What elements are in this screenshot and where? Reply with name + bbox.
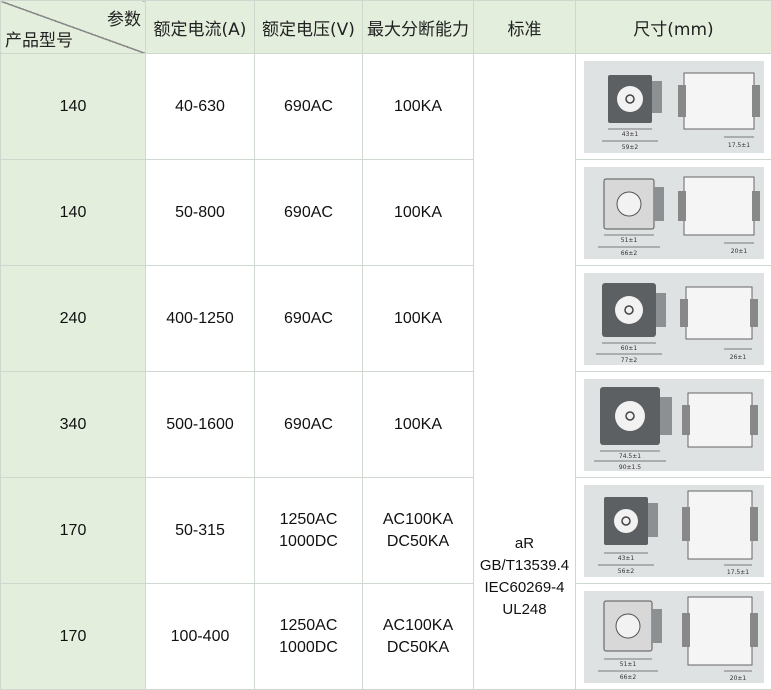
dimensions-header: 尺寸(mm) [575,0,771,54]
voltage-line: 1250AC [279,510,338,528]
table-row: 140 50-800 690AC 100KA 51±1 66±2 20±1 [0,159,771,266]
dimension-drawing-cell: 43±1 59±2 17.5±1 [575,53,771,160]
svg-text:26±1: 26±1 [729,354,746,361]
current-cell: 40-630 [145,53,255,160]
voltage-line: 690AC [284,203,333,221]
table-row: 340 500-1600 690AC 100KA 74.5±1 90±1.5 [0,371,771,478]
breaking-line: DC50KA [386,532,450,550]
table-row: 140 40-630 690AC 100KA aR GB/T13539.4 IE… [0,53,771,690]
standard-line: GB/T13539.4 [479,557,570,574]
svg-text:66±2: 66±2 [620,250,637,257]
svg-text:56±2: 56±2 [617,568,634,575]
dimension-drawing-cell: 51±1 66±2 20±1 [575,583,771,690]
breaking-cell: 100KA [362,53,474,160]
table-row: 170 50-315 1250AC 1000DC AC100KA DC50KA [0,477,771,584]
svg-text:66±2: 66±2 [619,674,636,681]
standard-line: aR [514,535,535,552]
fuse-dimension-drawing: 60±1 77±2 26±1 [583,272,764,365]
voltage-line: 690AC [284,415,333,433]
standard-header: 标准 [473,0,576,54]
model-cell: 170 [0,477,146,584]
model-label: 产品型号 [5,31,73,51]
standard-cell: aR GB/T13539.4 IEC60269-4 UL248 [473,53,576,690]
model-cell: 140 [0,53,146,160]
fuse-dimension-drawing: 43±1 56±2 17.5±1 [583,484,764,577]
fuse-dimension-drawing: 51±1 66±2 20±1 [583,166,764,259]
breaking-line: 100KA [393,97,443,115]
svg-text:51±1: 51±1 [620,237,637,244]
fuse-dimension-drawing: 51±1 66±2 20±1 [583,590,764,683]
breaking-line: 100KA [393,415,443,433]
model-cell: 140 [0,159,146,266]
fuse-spec-table: 参数 产品型号 额定电流(A) 额定电压(V) 最大分断能力 标准 尺寸(mm)… [0,0,771,690]
table-row: 170 100-400 1250AC 1000DC AC100KA DC50KA… [0,583,771,690]
svg-text:74.5±1: 74.5±1 [618,453,640,460]
voltage-line: 690AC [284,97,333,115]
dimension-drawing-cell: 60±1 77±2 26±1 [575,265,771,372]
voltage-cell: 690AC [254,159,363,266]
voltage-cell: 690AC [254,53,363,160]
current-cell: 100-400 [145,583,255,690]
dimension-drawing-cell: 51±1 66±2 20±1 [575,159,771,266]
breaking-line: AC100KA [382,510,454,528]
standard-line: UL248 [502,601,547,618]
voltage-line: 1000DC [279,532,338,550]
model-cell: 170 [0,583,146,690]
param-label: 参数 [107,10,141,30]
voltage-line: 1250AC [279,616,338,634]
rated-current-header: 额定电流(A) [145,0,255,54]
standard-line: IEC60269-4 [484,579,565,596]
voltage-line: 1000DC [279,638,338,656]
current-cell: 50-315 [145,477,255,584]
svg-text:90±1.5: 90±1.5 [618,464,640,471]
svg-text:20±1: 20±1 [729,675,746,682]
header-row: 参数 产品型号 额定电流(A) 额定电压(V) 最大分断能力 标准 尺寸(mm) [0,0,771,54]
svg-text:43±1: 43±1 [617,555,634,562]
svg-text:43±1: 43±1 [621,131,638,138]
rated-voltage-header: 额定电压(V) [254,0,363,54]
voltage-cell: 690AC [254,371,363,478]
svg-text:20±1: 20±1 [730,248,747,255]
breaking-cell: AC100KA DC50KA [362,583,474,690]
svg-text:60±1: 60±1 [620,345,637,352]
breaking-cell: 100KA [362,265,474,372]
table-row: 240 400-1250 690AC 100KA 60±1 77±2 26±1 [0,265,771,372]
current-cell: 50-800 [145,159,255,266]
svg-text:17.5±1: 17.5±1 [727,142,749,149]
svg-text:77±2: 77±2 [620,357,637,364]
current-cell: 400-1250 [145,265,255,372]
breaking-capacity-header: 最大分断能力 [362,0,474,54]
fuse-dimension-drawing: 43±1 59±2 17.5±1 [583,60,764,153]
voltage-cell: 1250AC 1000DC [254,583,363,690]
diagonal-header-cell: 参数 产品型号 [0,0,146,54]
fuse-dimension-drawing: 74.5±1 90±1.5 [583,378,764,471]
model-cell: 340 [0,371,146,478]
breaking-cell: 100KA [362,371,474,478]
svg-text:17.5±1: 17.5±1 [726,569,748,576]
voltage-cell: 690AC [254,265,363,372]
voltage-line: 690AC [284,309,333,327]
svg-text:51±1: 51±1 [619,661,636,668]
dimension-drawing-cell: 74.5±1 90±1.5 [575,371,771,478]
breaking-cell: 100KA [362,159,474,266]
svg-text:59±2: 59±2 [621,144,638,151]
breaking-line: 100KA [393,309,443,327]
breaking-cell: AC100KA DC50KA [362,477,474,584]
model-cell: 240 [0,265,146,372]
breaking-line: AC100KA [382,616,454,634]
breaking-line: DC50KA [386,638,450,656]
voltage-cell: 1250AC 1000DC [254,477,363,584]
dimension-drawing-cell: 43±1 56±2 17.5±1 [575,477,771,584]
current-cell: 500-1600 [145,371,255,478]
breaking-line: 100KA [393,203,443,221]
